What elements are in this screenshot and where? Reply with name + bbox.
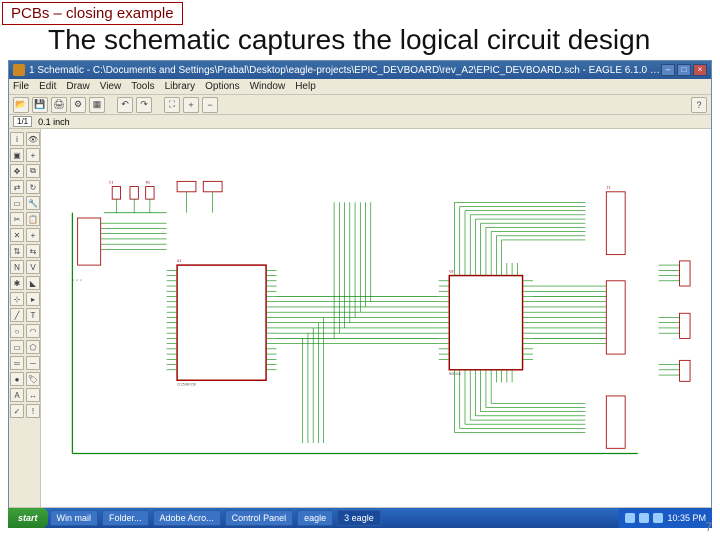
bus-tool[interactable]: ═ — [10, 356, 24, 370]
tray-icon[interactable] — [639, 513, 649, 523]
circle-tool[interactable]: ○ — [10, 324, 24, 338]
name-tool[interactable]: N — [10, 260, 24, 274]
help-button[interactable]: ? — [691, 97, 707, 113]
menu-help[interactable]: Help — [295, 81, 316, 92]
svg-text:R1: R1 — [146, 180, 150, 184]
page-number: 7 — [705, 520, 712, 534]
titlebar: 1 Schematic - C:\Documents and Settings\… — [9, 61, 711, 79]
clock: 10:35 PM — [667, 513, 706, 523]
gateswap-tool[interactable]: ⇆ — [26, 244, 40, 258]
slide-title: The schematic captures the logical circu… — [48, 24, 650, 56]
arc-tool[interactable]: ◠ — [26, 324, 40, 338]
rotate-tool[interactable]: ↻ — [26, 180, 40, 194]
mark-tool[interactable]: + — [26, 148, 40, 162]
svg-text:U2: U2 — [449, 269, 453, 273]
svg-text:✕ ✕ ✕: ✕ ✕ ✕ — [72, 278, 82, 282]
window-title: 1 Schematic - C:\Documents and Settings\… — [29, 65, 661, 76]
move-tool[interactable]: ✥ — [10, 164, 24, 178]
value-tool[interactable]: V — [26, 260, 40, 274]
menu-tools[interactable]: Tools — [131, 81, 154, 92]
taskbar-item[interactable]: Adobe Acro... — [153, 510, 221, 526]
board-button[interactable]: ▦ — [89, 97, 105, 113]
taskbar-item[interactable]: Win mail — [50, 510, 99, 526]
svg-text:MSP430: MSP430 — [449, 372, 460, 376]
zoom-in-button[interactable]: + — [183, 97, 199, 113]
cam-button[interactable]: ⚙ — [70, 97, 86, 113]
maximize-button[interactable]: □ — [677, 64, 691, 76]
display-tool[interactable]: ▣ — [10, 148, 24, 162]
change-tool[interactable]: 🔧 — [26, 196, 40, 210]
sheet-tab[interactable]: 1/1 — [13, 116, 32, 127]
menu-library[interactable]: Library — [165, 81, 196, 92]
smash-tool[interactable]: ✱ — [10, 276, 24, 290]
attribute-tool[interactable]: A — [10, 388, 24, 402]
rect-tool[interactable]: ▭ — [10, 340, 24, 354]
label-tool[interactable]: 🏷 — [26, 372, 40, 386]
miter-tool[interactable]: ◣ — [26, 276, 40, 290]
parameter-bar: 1/1 0.1 inch — [9, 115, 711, 129]
erc-tool[interactable]: ✓ — [10, 404, 24, 418]
errors-tool[interactable]: ! — [26, 404, 40, 418]
menu-draw[interactable]: Draw — [66, 81, 89, 92]
paste-tool[interactable]: 📋 — [26, 212, 40, 226]
save-button[interactable]: 💾 — [32, 97, 48, 113]
redo-button[interactable]: ↷ — [136, 97, 152, 113]
svg-text:C1: C1 — [109, 180, 113, 184]
zoom-fit-button[interactable]: ⛶ — [164, 97, 180, 113]
taskbar-item-active[interactable]: 3 eagle — [337, 510, 381, 526]
grid-display: 0.1 inch — [38, 117, 70, 127]
close-button[interactable]: × — [693, 64, 707, 76]
menu-edit[interactable]: Edit — [39, 81, 56, 92]
svg-text:J1: J1 — [606, 186, 610, 190]
invoke-tool[interactable]: ▸ — [26, 292, 40, 306]
zoom-out-button[interactable]: − — [202, 97, 218, 113]
mirror-tool[interactable]: ⇄ — [10, 180, 24, 194]
app-icon — [13, 64, 25, 76]
net-tool[interactable]: ─ — [26, 356, 40, 370]
open-button[interactable]: 📂 — [13, 97, 29, 113]
wire-tool[interactable]: ╱ — [10, 308, 24, 322]
menu-file[interactable]: File — [13, 81, 29, 92]
tray-icon[interactable] — [625, 513, 635, 523]
menu-window[interactable]: Window — [250, 81, 286, 92]
dimension-tool[interactable]: ↔ — [26, 388, 40, 402]
tray-icon[interactable] — [653, 513, 663, 523]
text-tool[interactable]: T — [26, 308, 40, 322]
system-tray[interactable]: 10:35 PM — [619, 508, 712, 528]
pinswap-tool[interactable]: ⇅ — [10, 244, 24, 258]
menu-options[interactable]: Options — [205, 81, 239, 92]
taskbar-item[interactable]: Control Panel — [225, 510, 294, 526]
group-tool[interactable]: ▭ — [10, 196, 24, 210]
taskbar-item[interactable]: eagle — [297, 510, 333, 526]
tool-palette: i 👁 ▣ + ✥ ⧉ ⇄ ↻ ▭ 🔧 ✂ 📋 ✕ + ⇅ ⇆ N V ✱ ◣ — [9, 129, 41, 507]
slide-tag: PCBs – closing example — [2, 2, 183, 25]
eagle-window: 1 Schematic - C:\Documents and Settings\… — [8, 60, 712, 522]
print-button[interactable]: 🖨 — [51, 97, 67, 113]
split-tool[interactable]: ⊹ — [10, 292, 24, 306]
start-button[interactable]: start — [8, 508, 48, 528]
cut-tool[interactable]: ✂ — [10, 212, 24, 226]
delete-tool[interactable]: ✕ — [10, 228, 24, 242]
schematic-canvas[interactable]: U1 CC2530F256 — [41, 129, 711, 507]
menubar: File Edit Draw View Tools Library Option… — [9, 79, 711, 95]
menu-view[interactable]: View — [100, 81, 122, 92]
copy-tool[interactable]: ⧉ — [26, 164, 40, 178]
svg-text:CC2530F256: CC2530F256 — [177, 382, 196, 386]
junction-tool[interactable]: ● — [10, 372, 24, 386]
undo-button[interactable]: ↶ — [117, 97, 133, 113]
minimize-button[interactable]: – — [661, 64, 675, 76]
windows-taskbar: start Win mail Folder... Adobe Acro... C… — [8, 508, 712, 528]
show-tool[interactable]: 👁 — [26, 132, 40, 146]
add-tool[interactable]: + — [26, 228, 40, 242]
info-tool[interactable]: i — [10, 132, 24, 146]
svg-text:U1: U1 — [177, 259, 181, 263]
taskbar-item[interactable]: Folder... — [102, 510, 149, 526]
main-toolbar: 📂 💾 🖨 ⚙ ▦ ↶ ↷ ⛶ + − ? — [9, 95, 711, 115]
polygon-tool[interactable]: ⬠ — [26, 340, 40, 354]
schematic-drawing: U1 CC2530F256 — [41, 129, 711, 507]
